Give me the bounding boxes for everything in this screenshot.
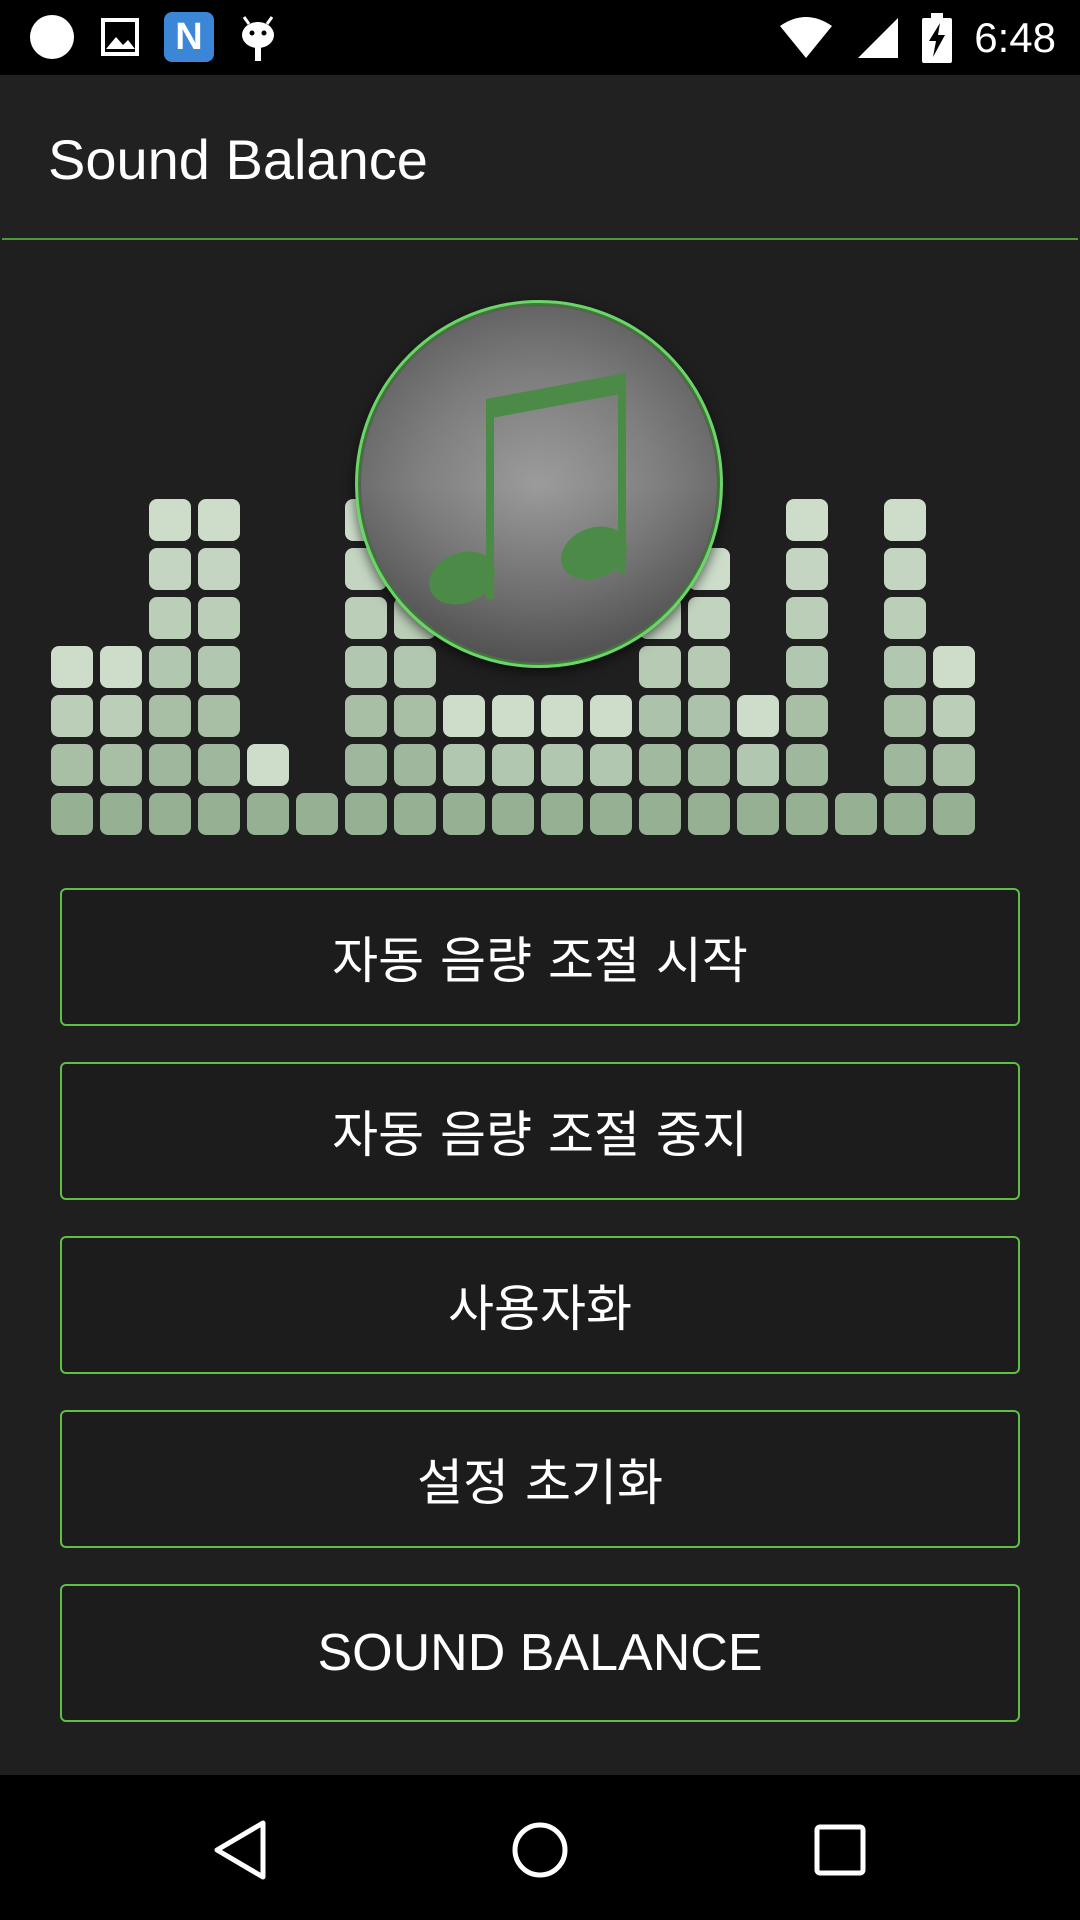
equalizer-block <box>933 695 975 737</box>
music-disc <box>355 300 723 668</box>
equalizer-block <box>198 744 240 786</box>
back-button[interactable] <box>196 1805 286 1895</box>
equalizer-block <box>590 744 632 786</box>
equalizer-block <box>247 744 289 786</box>
customize-button[interactable]: 사용자화 <box>60 1236 1020 1374</box>
recents-button[interactable] <box>795 1805 885 1895</box>
wifi-icon <box>780 17 833 58</box>
equalizer-block <box>884 597 926 639</box>
equalizer-block <box>590 695 632 737</box>
equalizer-block <box>198 548 240 590</box>
reset-settings-button[interactable]: 설정 초기화 <box>60 1410 1020 1548</box>
equalizer-block <box>345 793 387 835</box>
equalizer-block <box>198 695 240 737</box>
equalizer-block <box>639 793 681 835</box>
back-icon <box>214 1820 266 1880</box>
equalizer-block <box>51 695 93 737</box>
equalizer-block <box>198 646 240 688</box>
equalizer-block <box>51 793 93 835</box>
circle-icon <box>30 15 74 59</box>
equalizer-block <box>884 499 926 541</box>
equalizer-block <box>884 548 926 590</box>
app-bar: Sound Balance <box>0 75 1080 240</box>
music-note-icon <box>361 306 717 662</box>
equalizer-block <box>884 793 926 835</box>
equalizer-block <box>149 499 191 541</box>
equalizer-block <box>100 646 142 688</box>
equalizer-block <box>51 646 93 688</box>
equalizer-block <box>149 646 191 688</box>
equalizer-block <box>443 695 485 737</box>
equalizer-block <box>786 744 828 786</box>
equalizer-block <box>296 793 338 835</box>
recents-icon <box>814 1824 866 1876</box>
equalizer-block <box>933 793 975 835</box>
home-icon <box>512 1822 568 1878</box>
equalizer-block <box>933 646 975 688</box>
status-bar: N 6:48 <box>0 0 1080 75</box>
home-button[interactable] <box>495 1805 585 1895</box>
equalizer-block <box>786 548 828 590</box>
equalizer-block <box>737 695 779 737</box>
battery-charging-icon <box>922 13 953 63</box>
equalizer-block <box>541 744 583 786</box>
equalizer-block <box>198 793 240 835</box>
navigation-bar <box>0 1775 1080 1920</box>
equalizer-block <box>884 695 926 737</box>
equalizer-block <box>198 597 240 639</box>
equalizer-block <box>443 744 485 786</box>
equalizer-block <box>149 793 191 835</box>
equalizer-block <box>541 793 583 835</box>
stop-auto-volume-button[interactable]: 자동 음량 조절 중지 <box>60 1062 1020 1200</box>
equalizer-block <box>639 695 681 737</box>
signal-icon <box>858 18 899 58</box>
equalizer-block <box>786 695 828 737</box>
equalizer-block <box>688 744 730 786</box>
start-auto-volume-button[interactable]: 자동 음량 조절 시작 <box>60 888 1020 1026</box>
equalizer-block <box>149 548 191 590</box>
equalizer-block <box>394 695 436 737</box>
android-icon <box>242 16 274 61</box>
equalizer-block <box>884 744 926 786</box>
equalizer-block <box>149 744 191 786</box>
equalizer-block <box>786 597 828 639</box>
equalizer-block <box>394 793 436 835</box>
equalizer-block <box>786 499 828 541</box>
equalizer-block <box>198 499 240 541</box>
equalizer-block <box>884 646 926 688</box>
equalizer-block <box>100 793 142 835</box>
equalizer-block <box>541 695 583 737</box>
equalizer-block <box>149 695 191 737</box>
sound-balance-button[interactable]: SOUND BALANCE <box>60 1584 1020 1722</box>
equalizer-block <box>737 793 779 835</box>
image-icon <box>101 18 139 56</box>
equalizer-block <box>786 793 828 835</box>
equalizer-block <box>492 793 534 835</box>
equalizer-block <box>100 695 142 737</box>
equalizer-block <box>247 793 289 835</box>
equalizer-block <box>51 744 93 786</box>
clock: 6:48 <box>974 14 1056 61</box>
equalizer-block <box>933 744 975 786</box>
equalizer-block <box>688 695 730 737</box>
n-app-icon: N <box>164 12 214 62</box>
equalizer-block <box>149 597 191 639</box>
main-content: 자동 음량 조절 시작 자동 음량 조절 중지 사용자화 설정 초기화 SOUN… <box>0 240 1080 1775</box>
equalizer-block <box>345 744 387 786</box>
equalizer-block <box>835 793 877 835</box>
equalizer-block <box>590 793 632 835</box>
equalizer-block <box>345 695 387 737</box>
equalizer-block <box>639 744 681 786</box>
equalizer-block <box>786 646 828 688</box>
system-status: 6:48 <box>778 8 1056 68</box>
equalizer-block <box>443 793 485 835</box>
equalizer-block <box>100 744 142 786</box>
equalizer-block <box>492 744 534 786</box>
notification-icons: N <box>28 12 280 62</box>
app-title: Sound Balance <box>48 128 428 191</box>
equalizer-block <box>492 695 534 737</box>
equalizer-block <box>737 744 779 786</box>
equalizer-block <box>394 744 436 786</box>
equalizer-block <box>688 793 730 835</box>
